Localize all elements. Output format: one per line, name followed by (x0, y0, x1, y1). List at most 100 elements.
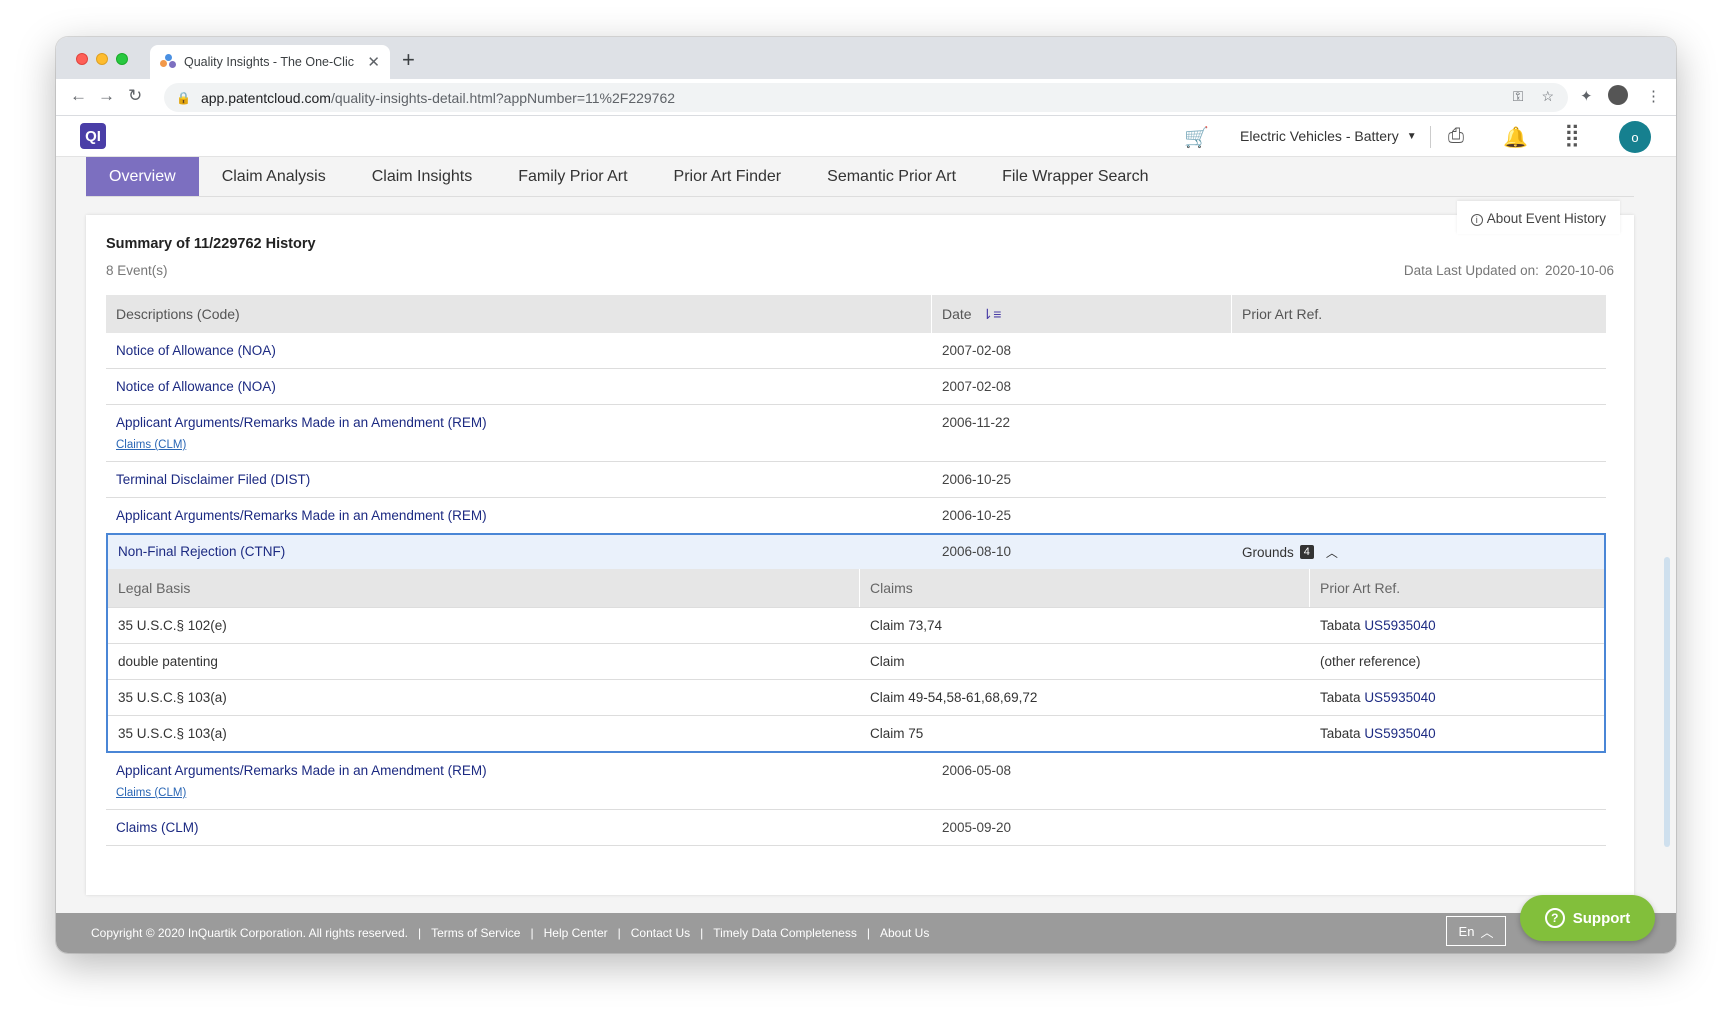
lock-icon: 🔒 (176, 90, 191, 105)
cart-icon[interactable]: 🛒 (1184, 125, 1209, 150)
event-link[interactable]: Notice of Allowance (NOA) (116, 343, 276, 358)
new-tab-icon[interactable]: + (402, 47, 415, 73)
event-link[interactable]: Non-Final Rejection (CTNF) (118, 544, 285, 559)
app-header: QI 🛒 Electric Vehicles - Battery ▼ ⎙ 🔔 ⣿… (56, 117, 1676, 157)
event-link[interactable]: Notice of Allowance (NOA) (116, 379, 276, 394)
footer-link-contact[interactable]: Contact Us (631, 926, 690, 940)
updated-label: Data Last Updated on: (1403, 263, 1539, 278)
event-history-card: i About Event History Summary of 11/22976… (86, 201, 1634, 895)
menu-dots-icon[interactable]: ⋮ (1646, 87, 1661, 105)
footer-link-timely[interactable]: Timely Data Completeness (713, 926, 857, 940)
support-button[interactable]: ? Support (1520, 895, 1655, 941)
maximize-window-button[interactable] (116, 53, 128, 65)
event-sublink[interactable]: Claims (CLM) (116, 787, 922, 799)
grounds-count-badge: 4 (1299, 545, 1314, 559)
grounds-toggle[interactable]: Grounds 4 ︿ (1232, 535, 1604, 569)
scrollbar[interactable] (1664, 557, 1670, 847)
language-selector[interactable]: En ︿ (1446, 916, 1506, 946)
reload-icon[interactable]: ↻ (128, 86, 142, 106)
expanded-event-row[interactable]: Non-Final Rejection (CTNF) 2006-08-10 Gr… (108, 535, 1604, 569)
event-link[interactable]: Applicant Arguments/Remarks Made in an A… (116, 415, 487, 430)
project-selector[interactable]: Electric Vehicles - Battery ▼ (1240, 128, 1417, 144)
main-nav-tabs: Overview Claim Analysis Claim Insights F… (86, 157, 1634, 197)
col-legal-basis: Legal Basis (108, 569, 860, 607)
ref-name: Tabata (1320, 618, 1361, 633)
minimize-window-button[interactable] (96, 53, 108, 65)
tab-strip: Quality Insights - The One-Clic ✕ + (56, 37, 1676, 79)
grounds-row: 35 U.S.C.§ 103(a) Claim 75 Tabata US5935… (108, 715, 1604, 751)
event-date: 2005-09-20 (942, 820, 1012, 835)
caret-down-icon: ▼ (1406, 130, 1417, 142)
about-label: About Event History (1486, 211, 1606, 226)
key-icon[interactable]: ⚿ (1513, 88, 1524, 105)
table-row: Notice of Allowance (NOA) 2007-02-08 (106, 369, 1606, 405)
url-host: app.patentcloud.com (200, 89, 331, 106)
chevron-up-icon: ︿ (1480, 924, 1494, 940)
qi-logo[interactable]: QI (80, 123, 106, 149)
event-date: 2006-08-10 (942, 544, 1012, 559)
favicon-icon (160, 54, 176, 70)
project-name: Electric Vehicles - Battery (1240, 128, 1399, 144)
col-prior-art-ref: Prior Art Ref. (1320, 580, 1401, 596)
events-table: Descriptions (Code) Date ⇂≡ Prior Art Re… (106, 295, 1606, 846)
tab-overview[interactable]: Overview (86, 157, 199, 196)
close-tab-icon[interactable]: ✕ (367, 53, 380, 71)
sort-icon[interactable]: ⇂≡ (981, 306, 1001, 322)
tab-family-prior-art[interactable]: Family Prior Art (495, 157, 650, 196)
footer-separator: | (530, 926, 534, 940)
export-icon[interactable]: ⎙ (1448, 125, 1464, 148)
footer-link-terms[interactable]: Terms of Service (431, 926, 520, 940)
browser-tab[interactable]: Quality Insights - The One-Clic ✕ (150, 45, 390, 79)
legal-basis: 35 U.S.C.§ 102(e) (118, 618, 227, 633)
col-descriptions: Descriptions (Code) (106, 295, 932, 333)
event-date: 2006-10-25 (942, 508, 1012, 523)
tab-file-wrapper-search[interactable]: File Wrapper Search (979, 157, 1171, 196)
table-row: Notice of Allowance (NOA) 2007-02-08 (106, 333, 1606, 369)
footer-separator: | (418, 926, 422, 940)
tab-semantic-prior-art[interactable]: Semantic Prior Art (804, 157, 979, 196)
about-event-history-link[interactable]: i About Event History (1456, 201, 1620, 234)
ref-name: Tabata (1320, 690, 1361, 705)
star-icon[interactable]: ☆ (1541, 88, 1554, 105)
forward-icon[interactable]: → (98, 86, 115, 106)
bell-icon[interactable]: 🔔 (1503, 125, 1528, 150)
grounds-label: Grounds (1242, 544, 1294, 560)
event-date: 2006-05-08 (942, 763, 1012, 778)
extensions-icon[interactable]: ✦ (1580, 87, 1593, 105)
tab-prior-art-finder[interactable]: Prior Art Finder (651, 157, 805, 196)
claims-cell: Claim 75 (870, 726, 924, 741)
ref-link[interactable]: US5935040 (1364, 726, 1435, 741)
legal-basis: 35 U.S.C.§ 103(a) (118, 690, 227, 705)
ref-name: Tabata (1320, 726, 1361, 741)
event-link[interactable]: Terminal Disclaimer Filed (DIST) (116, 472, 310, 487)
apps-grid-icon[interactable]: ⣿ (1564, 122, 1580, 148)
footer-link-help[interactable]: Help Center (544, 926, 608, 940)
footer-link-about[interactable]: About Us (880, 926, 929, 940)
avatar[interactable]: o (1619, 121, 1651, 153)
grounds-row: 35 U.S.C.§ 103(a) Claim 49-54,58-61,68,6… (108, 679, 1604, 715)
table-row: Terminal Disclaimer Filed (DIST) 2006-10… (106, 462, 1606, 498)
footer: Copyright © 2020 InQuartik Corporation. … (56, 913, 1676, 953)
chevron-up-icon[interactable]: ︿ (1326, 544, 1338, 561)
back-icon[interactable]: ← (70, 86, 87, 106)
event-date: 2007-02-08 (942, 379, 1012, 394)
footer-separator: | (617, 926, 621, 940)
table-row: Applicant Arguments/Remarks Made in an A… (106, 753, 1606, 810)
event-sublink[interactable]: Claims (CLM) (116, 439, 922, 451)
tab-claim-analysis[interactable]: Claim Analysis (199, 157, 349, 196)
address-bar[interactable]: 🔒 app.patentcloud.com/quality-insights-d… (164, 83, 1568, 112)
ref-link[interactable]: US5935040 (1364, 618, 1435, 633)
browser-toolbar: ← → ↻ 🔒 app.patentcloud.com/quality-insi… (56, 79, 1676, 116)
tab-claim-insights[interactable]: Claim Insights (349, 157, 495, 196)
event-link[interactable]: Claims (CLM) (116, 820, 199, 835)
support-label: Support (1572, 909, 1631, 927)
ref-link[interactable]: US5935040 (1364, 690, 1435, 705)
grounds-row: double patenting Claim (other reference) (108, 643, 1604, 679)
close-window-button[interactable] (76, 53, 88, 65)
profile-icon[interactable] (1608, 85, 1628, 105)
event-link[interactable]: Applicant Arguments/Remarks Made in an A… (116, 763, 487, 778)
col-date[interactable]: Date ⇂≡ (932, 295, 1232, 333)
event-link[interactable]: Applicant Arguments/Remarks Made in an A… (116, 508, 487, 523)
event-date: 2006-11-22 (942, 415, 1011, 430)
tab-title: Quality Insights - The One-Clic (184, 55, 354, 69)
